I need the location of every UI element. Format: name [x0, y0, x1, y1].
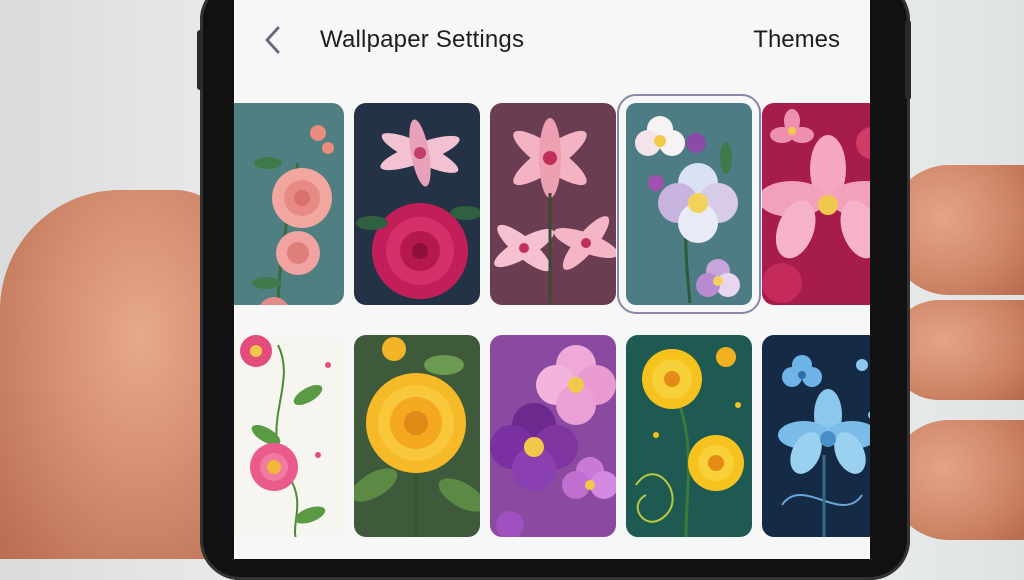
app-header: Wallpaper Settings Themes [234, 0, 870, 80]
themes-button[interactable]: Themes [753, 26, 840, 54]
chevron-left-icon [265, 26, 280, 54]
wallpaper-tile-pink-daisies-white[interactable] [234, 335, 344, 537]
wallpaper-tile-pink-lilies[interactable] [490, 103, 616, 305]
power-button [905, 20, 911, 100]
wallpaper-tile-pink-orchids[interactable] [762, 103, 870, 305]
phone-screen: Wallpaper Settings Themes [234, 0, 870, 559]
wallpaper-tile-pastel-blossoms-teal[interactable] [617, 94, 761, 314]
wallpaper-tile-purple-flowers[interactable] [490, 335, 616, 537]
wallpaper-tile-lilies-and-magenta-rose[interactable] [354, 103, 480, 305]
volume-button [197, 30, 203, 90]
wallpaper-tile-pink-roses[interactable] [234, 103, 344, 305]
wallpaper-tile-yellow-dahlia-green[interactable] [354, 335, 480, 537]
page-title: Wallpaper Settings [320, 26, 525, 53]
back-button[interactable] [258, 22, 288, 58]
wallpaper-tile-blue-flowers-navy[interactable] [762, 335, 870, 537]
wallpaper-tile-yellow-daisies-swirls[interactable] [626, 335, 752, 537]
